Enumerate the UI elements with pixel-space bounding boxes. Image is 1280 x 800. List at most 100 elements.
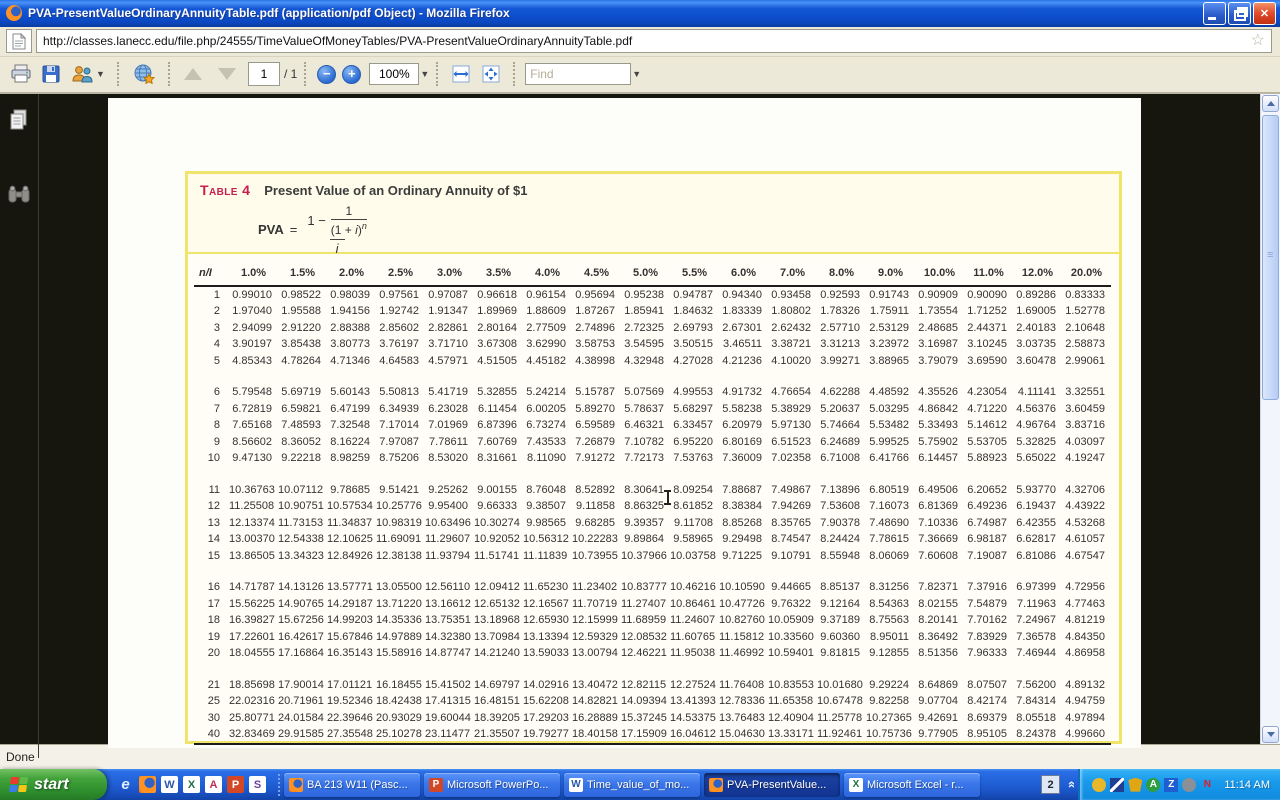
zoom-out-button[interactable]: − xyxy=(317,65,336,84)
find-input[interactable] xyxy=(525,63,631,85)
scroll-down-button[interactable] xyxy=(1262,726,1279,743)
tray-app-2-icon[interactable] xyxy=(1110,778,1124,792)
value-cell: 5.38929 xyxy=(768,401,817,418)
value-cell: 0.89286 xyxy=(1013,286,1062,304)
zoom-dropdown-caret-icon[interactable]: ▼ xyxy=(420,69,429,79)
value-cell: 5.65022 xyxy=(1013,450,1062,467)
quick-launch-key-icon[interactable]: A xyxy=(205,776,222,793)
value-cell: 10.92052 xyxy=(474,531,523,548)
fit-page-button[interactable] xyxy=(476,60,506,88)
quick-launch-internet-explorer-icon[interactable]: e xyxy=(117,776,134,793)
minimize-button[interactable] xyxy=(1203,2,1226,25)
value-cell: 7.56200 xyxy=(1013,662,1062,694)
value-cell: 3.23972 xyxy=(866,336,915,353)
annuity-table-panel: Table 4Present Value of an Ordinary Annu… xyxy=(185,171,1122,744)
search-binoculars-icon[interactable] xyxy=(7,184,31,206)
column-header: 8.0% xyxy=(817,258,866,286)
quick-launch-word-icon[interactable]: W xyxy=(161,776,178,793)
value-cell: 12.82115 xyxy=(621,662,670,694)
tray-shield-icon[interactable] xyxy=(1128,778,1142,792)
value-cell: 4.32706 xyxy=(1062,467,1111,499)
dropdown-caret-icon: ▼ xyxy=(96,69,105,79)
next-page-button[interactable] xyxy=(208,60,238,88)
quick-launch-excel-icon[interactable]: X xyxy=(183,776,200,793)
value-cell: 8.54363 xyxy=(866,596,915,613)
restore-button[interactable] xyxy=(1228,2,1251,25)
taskbar-button[interactable]: XMicrosoft Excel - r... xyxy=(844,773,980,797)
value-cell: 0.95238 xyxy=(621,286,670,304)
scroll-up-button[interactable] xyxy=(1262,95,1279,112)
fit-width-button[interactable] xyxy=(446,60,476,88)
taskbar-button[interactable]: WTime_value_of_mo... xyxy=(564,773,700,797)
taskbar-button[interactable]: PMicrosoft PowerPo... xyxy=(424,773,560,797)
value-cell: 6.59589 xyxy=(572,417,621,434)
table-row: 1816.3982715.6725614.9920314.3533613.753… xyxy=(194,612,1111,629)
start-label: start xyxy=(34,776,69,794)
taskbar-button[interactable]: BA 213 W11 (Pasc... xyxy=(284,773,420,797)
value-cell: 9.00155 xyxy=(474,467,523,499)
value-cell: 9.39357 xyxy=(621,515,670,532)
webpage-capture-button[interactable] xyxy=(127,60,161,88)
value-cell: 6.20652 xyxy=(964,467,1013,499)
page-number-input[interactable] xyxy=(248,62,280,86)
start-button[interactable]: start xyxy=(0,769,107,800)
value-cell: 8.42174 xyxy=(964,693,1013,710)
collaborate-button[interactable]: ▼ xyxy=(66,60,110,88)
language-indicator[interactable]: 2 xyxy=(1041,775,1060,794)
zoom-in-button[interactable]: + xyxy=(342,65,361,84)
value-cell: 0.92593 xyxy=(817,286,866,304)
formula-equals: = xyxy=(290,222,298,237)
previous-page-button[interactable] xyxy=(178,60,208,88)
save-button[interactable] xyxy=(36,60,66,88)
value-cell: 4.51505 xyxy=(474,353,523,370)
value-cell: 9.25262 xyxy=(425,467,474,499)
vertical-scrollbar[interactable] xyxy=(1260,94,1280,745)
value-cell: 9.76322 xyxy=(768,596,817,613)
table-row: 109.471309.222188.982598.752068.530208.3… xyxy=(194,450,1111,467)
tray-norton-icon[interactable]: N xyxy=(1200,778,1214,792)
value-cell: 15.41502 xyxy=(425,662,474,694)
value-cell: 8.35765 xyxy=(768,515,817,532)
value-cell: 10.05909 xyxy=(768,612,817,629)
value-cell: 10.22283 xyxy=(572,531,621,548)
pages-panel-icon[interactable] xyxy=(8,108,30,132)
value-cell: 3.31213 xyxy=(817,336,866,353)
url-field[interactable]: http://classes.lanecc.edu/file.php/24555… xyxy=(36,29,1272,53)
tray-zone-icon[interactable]: Z xyxy=(1164,778,1178,792)
value-cell: 6.59821 xyxy=(278,401,327,418)
value-cell: 2.69793 xyxy=(670,320,719,337)
zoom-level-select[interactable]: 100% xyxy=(369,63,419,85)
page-favicon[interactable] xyxy=(6,29,32,53)
value-cell: 6.49236 xyxy=(964,498,1013,515)
print-button[interactable] xyxy=(6,60,36,88)
quick-launch-firefox-icon[interactable] xyxy=(139,776,156,793)
tray-antivirus-icon[interactable]: A xyxy=(1146,778,1160,792)
close-button[interactable]: ✕ xyxy=(1253,2,1276,25)
value-cell: 8.20141 xyxy=(915,612,964,629)
tray-app-1-icon[interactable] xyxy=(1092,778,1106,792)
value-cell: 11.93794 xyxy=(425,548,474,565)
quick-launch-messenger-icon[interactable]: S xyxy=(249,776,266,793)
period-cell: 25 xyxy=(194,693,229,710)
taskbar-button[interactable]: PVA-PresentValue... xyxy=(704,773,840,797)
title-bar: PVA-PresentValueOrdinaryAnnuityTable.pdf… xyxy=(0,0,1280,27)
value-cell: 7.48593 xyxy=(278,417,327,434)
hidden-icons-chevron[interactable]: » xyxy=(1063,781,1078,788)
taskbar-clock[interactable]: 11:14 AM xyxy=(1224,779,1270,791)
bookmark-star-icon[interactable]: ☆ xyxy=(1251,33,1265,49)
value-cell: 12.84926 xyxy=(327,548,376,565)
value-cell: 9.78685 xyxy=(327,467,376,499)
value-cell: 6.42355 xyxy=(1013,515,1062,532)
tray-app-3-icon[interactable] xyxy=(1182,778,1196,792)
value-cell: 8.31256 xyxy=(866,564,915,596)
window-title: PVA-PresentValueOrdinaryAnnuityTable.pdf… xyxy=(28,6,1203,20)
quick-launch-powerpoint-icon[interactable]: P xyxy=(227,776,244,793)
value-cell: 9.82258 xyxy=(866,693,915,710)
value-cell: 2.80164 xyxy=(474,320,523,337)
value-cell: 0.91743 xyxy=(866,286,915,304)
find-dropdown-caret-icon[interactable]: ▼ xyxy=(632,69,641,79)
table-row: 98.566028.360528.162247.970877.786117.60… xyxy=(194,434,1111,451)
value-cell: 3.50515 xyxy=(670,336,719,353)
scrollbar-thumb[interactable] xyxy=(1262,115,1279,400)
column-header: 20.0% xyxy=(1062,258,1111,286)
